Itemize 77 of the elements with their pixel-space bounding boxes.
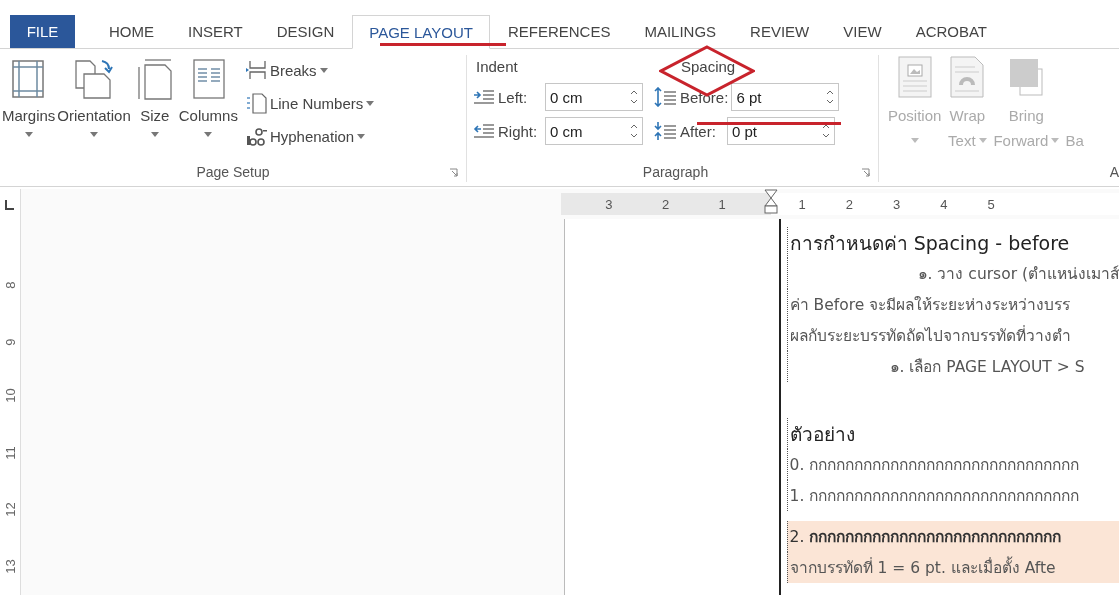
ruler-number: 5 xyxy=(987,196,995,212)
ribbon-button[interactable]: Hyphenation xyxy=(244,123,375,149)
ruler-number: 12 xyxy=(1,502,19,517)
caret-icon xyxy=(24,132,33,137)
document-line: ๑. วาง cursor (ตำแหน่งเมาส์ xyxy=(917,264,1119,285)
document-heading: ตัวอย่าง xyxy=(789,421,855,447)
document-line: จากบรรทัดที่ 1 = 6 pt. และเมื่อตั้ง Afte xyxy=(789,555,1056,580)
ruler-number: 3 xyxy=(893,196,901,212)
caret-icon xyxy=(150,132,159,137)
ruler-number: 3 xyxy=(605,196,613,212)
document-line: 1. กกกกกกกกกกกกกกกกกกกกกกกกกกกกกก xyxy=(789,486,1080,507)
caret-icon xyxy=(910,137,919,143)
spin-field[interactable]: 0 cm xyxy=(545,117,643,145)
document-line: 0. กกกกกกกกกกกกกกกกกกกกกกกกกกกกกก xyxy=(789,455,1080,476)
ruler-number: 13 xyxy=(1,559,19,574)
ribbon-tab[interactable]: MAILINGS xyxy=(628,15,733,48)
ribbon-button[interactable]: Margins xyxy=(1,55,57,162)
ruler-number: 8 xyxy=(1,280,19,289)
spin-field[interactable]: 6 pt xyxy=(731,83,840,111)
document-line: ๑. เลือก PAGE LAYOUT > S xyxy=(889,357,1085,378)
ruler-number: 2 xyxy=(661,196,670,212)
ribbon-button[interactable]: Orientation xyxy=(56,55,132,162)
ribbon-tab[interactable]: ACROBAT xyxy=(899,15,1004,48)
field-label: Before: xyxy=(680,88,729,106)
caret-icon xyxy=(90,132,99,137)
spin-field[interactable]: 0 pt xyxy=(727,117,835,145)
field-label: Right: xyxy=(498,122,539,140)
ribbon-tab[interactable]: DESIGN xyxy=(260,15,351,48)
ruler-number: 11 xyxy=(1,445,19,460)
ribbon-button[interactable]: Line Numbers xyxy=(244,90,375,116)
ribbon-tab[interactable]: VIEW xyxy=(827,15,898,48)
spinner-arrows-icon[interactable] xyxy=(630,88,638,106)
indent-left-icon xyxy=(473,89,495,105)
ribbon-tab[interactable]: HOME xyxy=(93,15,170,48)
line-numbers-icon xyxy=(244,92,267,114)
hyphenation-icon xyxy=(244,125,267,147)
caret-icon xyxy=(357,133,366,139)
dialog-launcher-icon[interactable] xyxy=(449,168,458,177)
ruler-number: 10 xyxy=(1,388,19,403)
document-line: ผลกับระยะบรรทัดถัดไปจากบรรทัดที่วางตำ xyxy=(789,324,1071,347)
caret-icon xyxy=(204,132,213,137)
field-label: Left: xyxy=(498,88,529,106)
ribbon-tab[interactable]: INSERT xyxy=(172,15,259,48)
ribbon-tab[interactable]: REVIEW xyxy=(734,15,826,48)
group-label: A xyxy=(1109,164,1119,180)
group-label: Paragraph xyxy=(642,164,709,180)
group-label: Page Setup xyxy=(196,164,270,180)
ruler-number: 1 xyxy=(798,196,806,212)
ruler-number: 2 xyxy=(845,196,854,212)
indent-marker-icon[interactable] xyxy=(763,189,778,215)
spacing-label: Spacing xyxy=(680,56,737,77)
ribbon-tab[interactable]: REFERENCES xyxy=(491,15,627,48)
caret-icon xyxy=(978,137,987,143)
dialog-launcher-icon[interactable] xyxy=(861,168,870,177)
document-heading: การกำหนดค่า Spacing - before xyxy=(789,230,1070,256)
ruler-number: 4 xyxy=(940,196,948,212)
page-break-icon xyxy=(244,59,267,81)
spin-field[interactable]: 0 cm xyxy=(545,83,643,111)
spacing-after-icon xyxy=(653,121,677,141)
caret-icon xyxy=(366,100,375,106)
document-line: ค่า Before จะมีผลให้ระยะห่างระหว่างบรร xyxy=(789,295,1071,316)
ribbon-tab[interactable]: FILE xyxy=(10,15,75,48)
ribbon-button[interactable]: Size xyxy=(131,55,178,162)
document-line: 2. กกกกกกกกกกกกกกกกกกกกกกกกกกกก xyxy=(789,527,1062,548)
indent-label: Indent xyxy=(475,56,519,77)
ribbon-button[interactable]: Columns xyxy=(177,55,239,162)
ruler-number: 1 xyxy=(718,196,726,212)
field-label: After: xyxy=(680,122,717,140)
caret-icon xyxy=(1051,137,1060,143)
spinner-arrows-icon[interactable] xyxy=(630,122,638,140)
indent-right-icon xyxy=(473,123,495,139)
caret-icon xyxy=(319,67,328,73)
spacing-before-icon xyxy=(653,87,677,107)
ribbon-button[interactable]: Breaks xyxy=(244,57,375,83)
ribbon-tab[interactable]: PAGE LAYOUT xyxy=(352,15,490,49)
ruler-number: 9 xyxy=(1,337,19,346)
spinner-arrows-icon[interactable] xyxy=(826,88,835,106)
